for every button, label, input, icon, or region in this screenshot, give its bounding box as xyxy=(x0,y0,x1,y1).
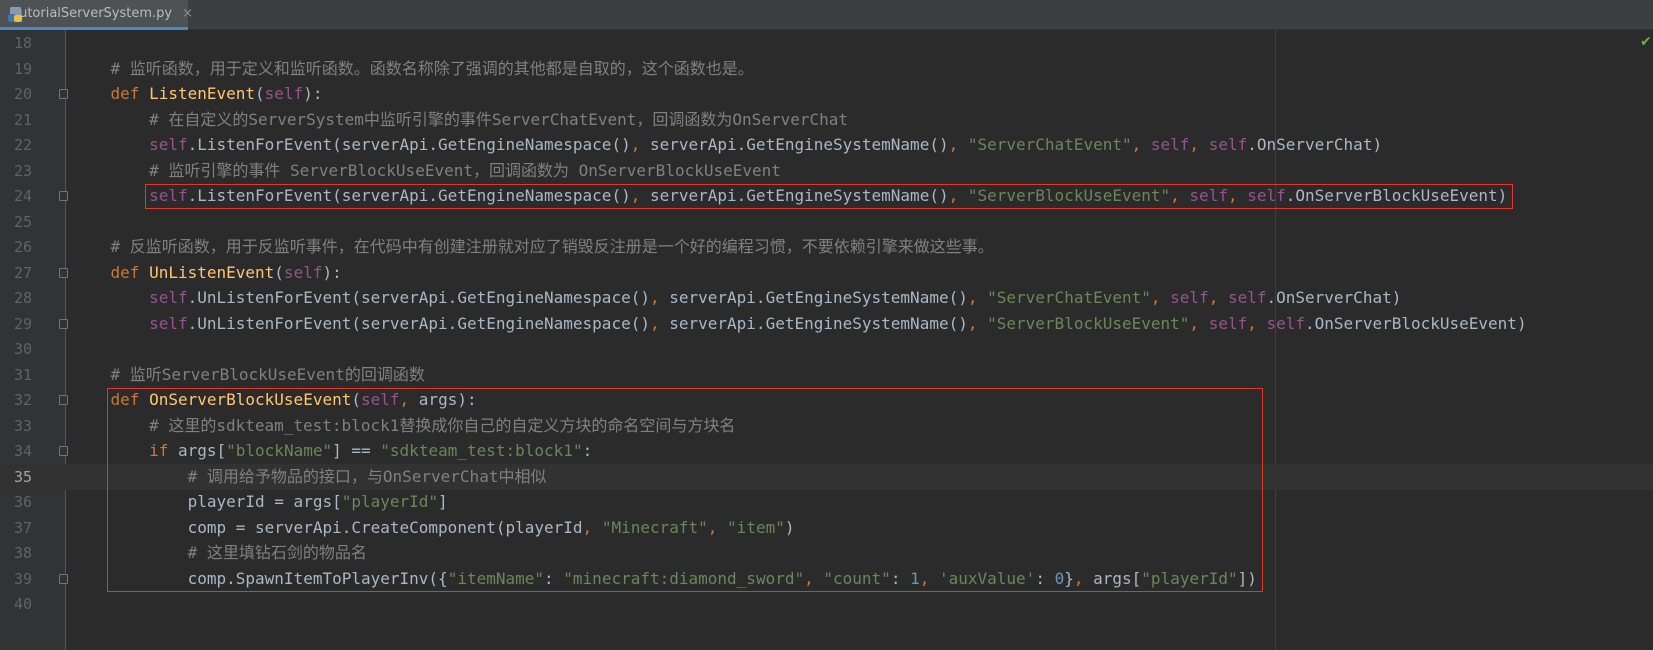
code-line[interactable]: 35 # 调用给予物品的接口，与OnServerChat中相似 xyxy=(0,464,1653,490)
code-line[interactable]: 29 self.UnListenForEvent(serverApi.GetEn… xyxy=(0,311,1653,337)
code-line[interactable]: 24 self.ListenForEvent(serverApi.GetEngi… xyxy=(0,183,1653,209)
line-code[interactable]: def ListenEvent(self): xyxy=(72,81,323,107)
code-line[interactable]: 18 xyxy=(0,30,1653,56)
line-code[interactable]: comp.SpawnItemToPlayerInv({"itemName": "… xyxy=(72,566,1257,592)
tab-filename: tutorialServerSystem.py xyxy=(14,6,173,21)
line-number[interactable]: 26 xyxy=(0,234,32,260)
line-code[interactable]: self.ListenForEvent(serverApi.GetEngineN… xyxy=(72,132,1382,158)
line-number[interactable]: 22 xyxy=(0,132,32,158)
line-code[interactable]: # 这里的sdkteam_test:block1替换成你自己的自定义方块的命名空… xyxy=(72,413,735,439)
line-code[interactable]: playerId = args["playerId"] xyxy=(72,489,448,515)
line-number[interactable]: 35 xyxy=(0,464,32,490)
code-line[interactable]: 27 def UnListenEvent(self): xyxy=(0,260,1653,286)
line-code[interactable]: self.UnListenForEvent(serverApi.GetEngin… xyxy=(72,285,1401,311)
code-line[interactable]: 37 comp = serverApi.CreateComponent(play… xyxy=(0,515,1653,541)
line-number[interactable]: 20 xyxy=(0,81,32,107)
code-line[interactable]: 31 # 监听ServerBlockUseEvent的回调函数 xyxy=(0,362,1653,388)
line-code[interactable]: # 调用给予物品的接口，与OnServerChat中相似 xyxy=(72,464,547,490)
code-line[interactable]: 28 self.UnListenForEvent(serverApi.GetEn… xyxy=(0,285,1653,311)
fold-marker-icon[interactable] xyxy=(59,191,68,201)
line-code[interactable]: if args["blockName"] == "sdkteam_test:bl… xyxy=(72,438,592,464)
line-code[interactable]: self.ListenForEvent(serverApi.GetEngineN… xyxy=(72,183,1507,209)
line-code[interactable]: # 反监听函数，用于反监听事件，在代码中有创建注册就对应了销毁反注册是一个好的编… xyxy=(72,234,994,260)
line-number[interactable]: 36 xyxy=(0,489,32,515)
line-number[interactable]: 34 xyxy=(0,438,32,464)
fold-marker-icon[interactable] xyxy=(59,268,68,278)
fold-marker-icon[interactable] xyxy=(59,319,68,329)
line-code[interactable]: # 监听函数，用于定义和监听函数。函数名称除了强调的其他都是自取的，这个函数也是… xyxy=(72,56,754,82)
line-number[interactable]: 29 xyxy=(0,311,32,337)
fold-marker-icon[interactable] xyxy=(59,574,68,584)
code-line[interactable]: 21 # 在自定义的ServerSystem中监听引擎的事件ServerChat… xyxy=(0,107,1653,133)
code-line[interactable]: 33 # 这里的sdkteam_test:block1替换成你自己的自定义方块的… xyxy=(0,413,1653,439)
line-number[interactable]: 37 xyxy=(0,515,32,541)
line-code[interactable]: self.UnListenForEvent(serverApi.GetEngin… xyxy=(72,311,1527,337)
line-number[interactable]: 19 xyxy=(0,56,32,82)
code-line[interactable]: 22 self.ListenForEvent(serverApi.GetEngi… xyxy=(0,132,1653,158)
fold-marker-icon[interactable] xyxy=(59,395,68,405)
tab-tutorial-server-system[interactable]: tutorialServerSystem.py × xyxy=(0,0,193,30)
close-icon[interactable]: × xyxy=(182,6,193,21)
line-number[interactable]: 31 xyxy=(0,362,32,388)
line-number[interactable]: 25 xyxy=(0,209,32,235)
line-code[interactable]: # 监听引擎的事件 ServerBlockUseEvent，回调函数为 OnSe… xyxy=(72,158,781,184)
line-number[interactable]: 18 xyxy=(0,30,32,56)
line-number[interactable]: 28 xyxy=(0,285,32,311)
code-line[interactable]: 23 # 监听引擎的事件 ServerBlockUseEvent，回调函数为 O… xyxy=(0,158,1653,184)
code-line[interactable]: 40 xyxy=(0,591,1653,617)
code-line[interactable]: 30 xyxy=(0,336,1653,362)
fold-marker-icon[interactable] xyxy=(59,446,68,456)
line-code[interactable]: comp = serverApi.CreateComponent(playerI… xyxy=(72,515,795,541)
line-code[interactable]: # 监听ServerBlockUseEvent的回调函数 xyxy=(72,362,425,388)
line-number[interactable]: 32 xyxy=(0,387,32,413)
code-line[interactable]: 38 # 这里填钻石剑的物品名 xyxy=(0,540,1653,566)
line-number[interactable]: 24 xyxy=(0,183,32,209)
line-number[interactable]: 40 xyxy=(0,591,32,617)
code-line[interactable]: 26 # 反监听函数，用于反监听事件，在代码中有创建注册就对应了销毁反注册是一个… xyxy=(0,234,1653,260)
line-code[interactable]: def UnListenEvent(self): xyxy=(72,260,342,286)
code-line[interactable]: 32 def OnServerBlockUseEvent(self, args)… xyxy=(0,387,1653,413)
line-number[interactable]: 21 xyxy=(0,107,32,133)
code-line[interactable]: 36 playerId = args["playerId"] xyxy=(0,489,1653,515)
code-line[interactable]: 20 def ListenEvent(self): xyxy=(0,81,1653,107)
line-number[interactable]: 27 xyxy=(0,260,32,286)
line-number[interactable]: 38 xyxy=(0,540,32,566)
code-line[interactable]: 39 comp.SpawnItemToPlayerInv({"itemName"… xyxy=(0,566,1653,592)
fold-marker-icon[interactable] xyxy=(59,89,68,99)
line-code[interactable]: def OnServerBlockUseEvent(self, args): xyxy=(72,387,477,413)
line-code[interactable]: # 这里填钻石剑的物品名 xyxy=(72,540,367,566)
editor-tab-bar: tutorialServerSystem.py × xyxy=(0,0,1653,30)
line-number[interactable]: 23 xyxy=(0,158,32,184)
code-line[interactable]: 25 xyxy=(0,209,1653,235)
line-number[interactable]: 33 xyxy=(0,413,32,439)
code-line[interactable]: 19 # 监听函数，用于定义和监听函数。函数名称除了强调的其他都是自取的，这个函… xyxy=(0,56,1653,82)
line-number[interactable]: 39 xyxy=(0,566,32,592)
line-number[interactable]: 30 xyxy=(0,336,32,362)
code-line[interactable]: 34 if args["blockName"] == "sdkteam_test… xyxy=(0,438,1653,464)
line-code[interactable]: # 在自定义的ServerSystem中监听引擎的事件ServerChatEve… xyxy=(72,107,848,133)
